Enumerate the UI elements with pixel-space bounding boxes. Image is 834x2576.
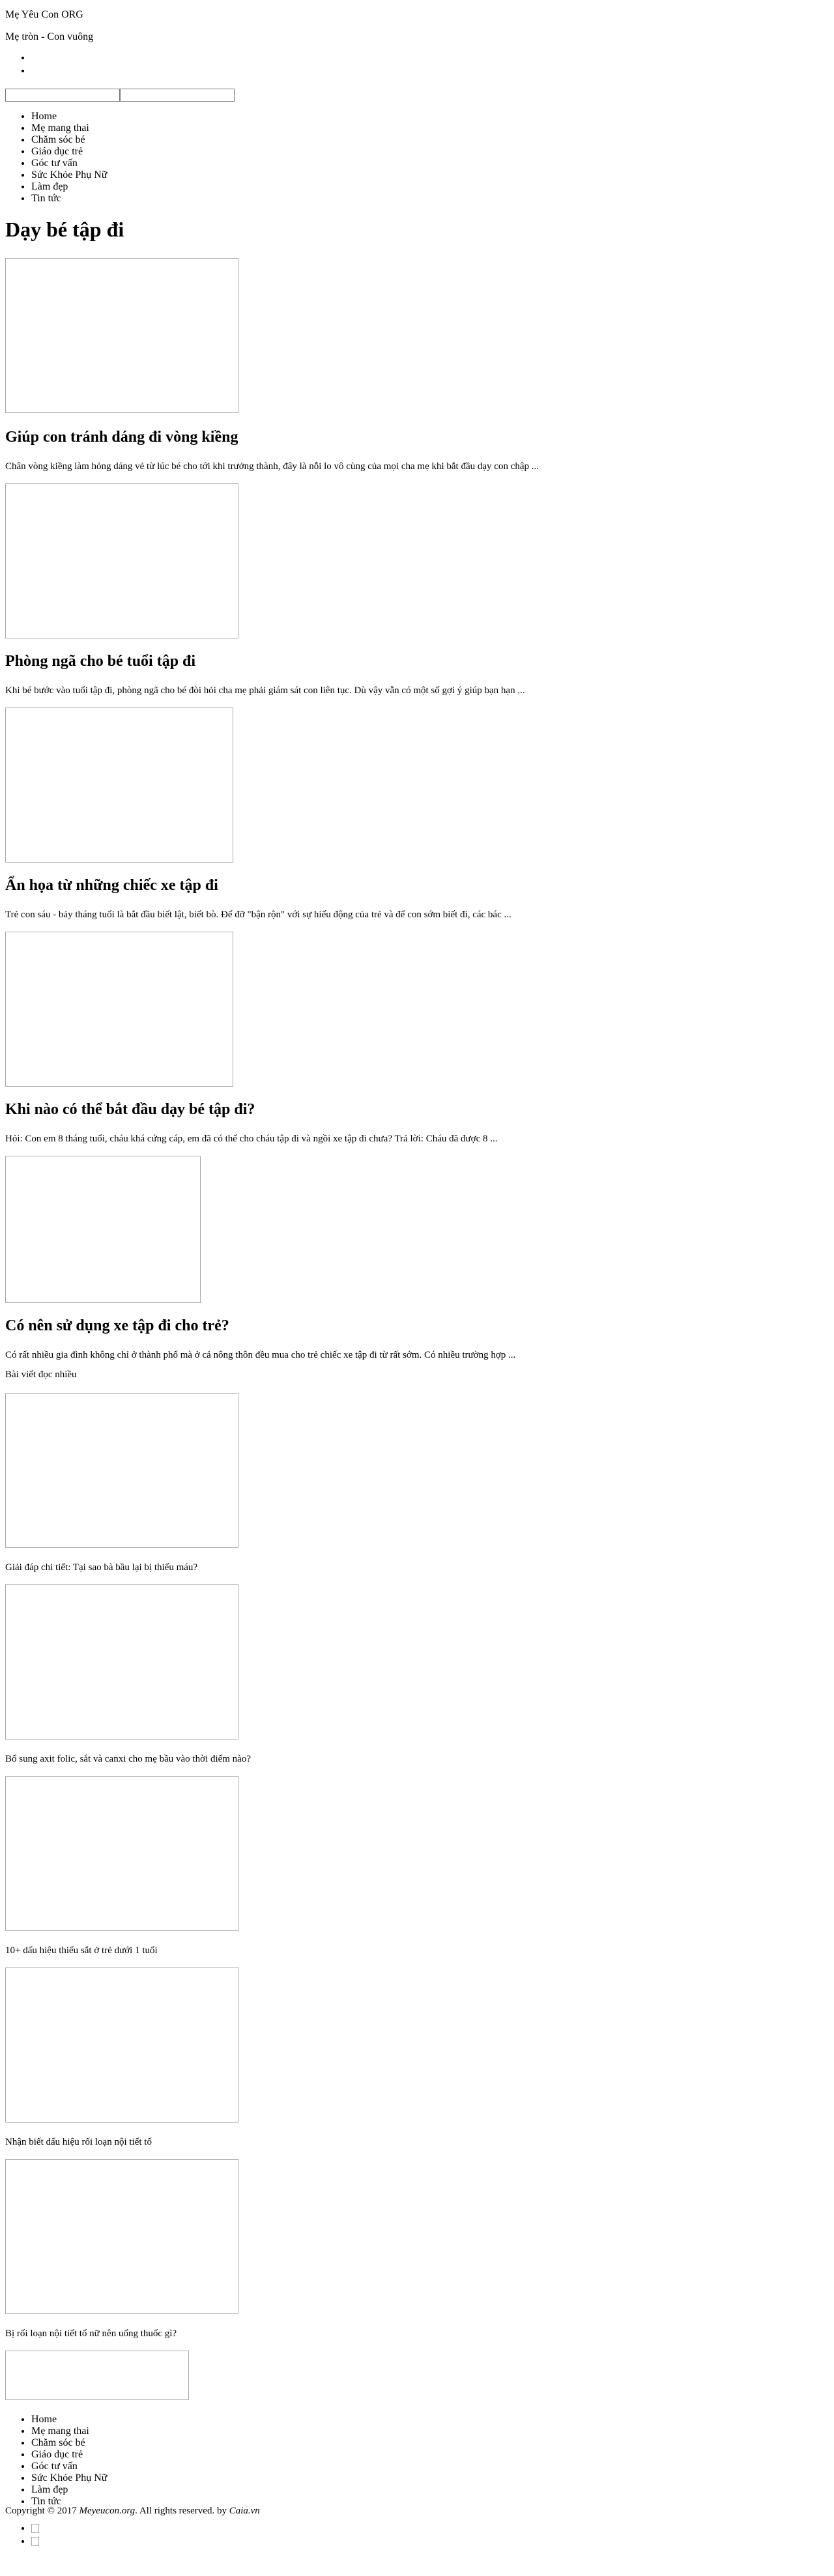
nav-link[interactable]: Chăm sóc bé	[31, 134, 85, 145]
footer-nav-link[interactable]: Góc tư vấn	[31, 2461, 78, 2472]
footer-nav-item-beauty: Làm đẹp	[31, 2484, 107, 2496]
site-tagline: Mẹ tròn - Con vuông	[5, 31, 94, 42]
post-excerpt: Có rất nhiều gia đình không chỉ ở thành …	[5, 1350, 516, 1360]
broken-image-icon	[31, 2537, 39, 2547]
post-excerpt: Trẻ con sáu - bảy tháng tuổi là bắt đầu …	[5, 909, 511, 920]
nav-link[interactable]: Sức Khỏe Phụ Nữ	[31, 169, 107, 180]
footer-icon-item[interactable]	[31, 2523, 39, 2536]
nav-item-advice: Góc tư vấn	[31, 158, 107, 169]
nav-link[interactable]: Home	[31, 111, 57, 122]
post-title[interactable]: Ẩn họa từ những chiếc xe tập đi	[5, 877, 218, 894]
search-form	[5, 89, 235, 102]
post-thumbnail[interactable]	[5, 932, 233, 1087]
footer-nav-item-education: Giáo dục trẻ	[31, 2449, 107, 2461]
popular-post-thumbnail[interactable]	[5, 2159, 238, 2314]
popular-post-title[interactable]: Bị rối loạn nội tiết tố nữ nên uống thuố…	[5, 2328, 177, 2340]
footer-nav-item-baby-care: Chăm sóc bé	[31, 2437, 107, 2449]
page-title: Dạy bé tập đi	[5, 218, 124, 241]
popular-posts-heading: Bài viết đọc nhiều	[5, 1369, 77, 1380]
popular-post-thumbnail[interactable]	[5, 2351, 189, 2400]
copyright-author-link[interactable]: Caia.vn	[229, 2506, 260, 2516]
social-links	[5, 52, 31, 78]
post-excerpt: Chân vòng kiềng làm hỏng dáng vẻ từ lúc …	[5, 461, 539, 472]
footer-nav-link[interactable]: Sức Khỏe Phụ Nữ	[31, 2472, 107, 2483]
nav-item-education: Giáo dục trẻ	[31, 146, 107, 158]
copyright-prefix: Copyright © 2017	[5, 2506, 79, 2516]
main-nav: Home Mẹ mang thai Chăm sóc bé Giáo dục t…	[5, 111, 107, 205]
popular-post-title[interactable]: Bổ sung axit folic, sắt và canxi cho mẹ …	[5, 1754, 251, 1765]
nav-link[interactable]: Góc tư vấn	[31, 158, 78, 169]
post-thumbnail[interactable]	[5, 1156, 201, 1303]
footer-icon-item[interactable]	[31, 2536, 39, 2549]
nav-item-news: Tin tức	[31, 193, 107, 205]
popular-post-thumbnail[interactable]	[5, 1776, 238, 1931]
nav-link[interactable]: Làm đẹp	[31, 181, 68, 192]
post-title[interactable]: Giúp con tránh dáng đi vòng kiềng	[5, 429, 238, 446]
popular-post-thumbnail[interactable]	[5, 1968, 238, 2123]
copyright-mid: . All rights reserved. by	[135, 2506, 229, 2516]
footer-nav-link[interactable]: Giáo dục trẻ	[31, 2449, 83, 2460]
nav-item-home: Home	[31, 111, 107, 122]
footer-icon-list	[5, 2523, 39, 2549]
post-thumbnail[interactable]	[5, 258, 238, 413]
nav-link[interactable]: Mẹ mang thai	[31, 122, 89, 134]
post-title[interactable]: Khi nào có thể bắt đầu dạy bé tập đi?	[5, 1101, 255, 1119]
post-excerpt: Khi bé bước vào tuổi tập đi, phòng ngã c…	[5, 685, 525, 696]
broken-image-icon	[31, 2524, 39, 2534]
post-title[interactable]: Có nên sử dụng xe tập đi cho trẻ?	[5, 1317, 229, 1335]
footer-nav-link[interactable]: Làm đẹp	[31, 2484, 68, 2495]
popular-post-title[interactable]: Nhận biết dấu hiệu rối loạn nội tiết tố	[5, 2137, 152, 2148]
post-thumbnail[interactable]	[5, 708, 233, 863]
post-thumbnail[interactable]	[5, 483, 238, 638]
site-name[interactable]: Mẹ Yêu Con ORG	[5, 9, 83, 21]
footer-nav-link[interactable]: Home	[31, 2414, 57, 2425]
footer-nav-item-women-health: Sức Khỏe Phụ Nữ	[31, 2472, 107, 2484]
nav-item-beauty: Làm đẹp	[31, 181, 107, 193]
copyright: Copyright © 2017 Meyeucon.org. All right…	[5, 2506, 260, 2517]
nav-item-women-health: Sức Khỏe Phụ Nữ	[31, 169, 107, 181]
nav-link[interactable]: Tin tức	[31, 193, 61, 204]
footer-nav-item-home: Home	[31, 2414, 107, 2426]
post-excerpt: Hỏi: Con em 8 tháng tuổi, cháu khá cứng …	[5, 1134, 498, 1144]
footer-nav-item-advice: Góc tư vấn	[31, 2461, 107, 2472]
popular-post-title[interactable]: 10+ dấu hiệu thiếu sắt ở trẻ dưới 1 tuổi	[5, 1945, 158, 1956]
search-input[interactable]	[5, 89, 120, 102]
footer-nav-item-pregnancy: Mẹ mang thai	[31, 2426, 107, 2437]
footer-nav-link[interactable]: Mẹ mang thai	[31, 2426, 89, 2437]
post-title[interactable]: Phòng ngã cho bé tuổi tập đi	[5, 653, 195, 670]
popular-post-title[interactable]: Giải đáp chi tiết: Tại sao bà bầu lại bị…	[5, 1562, 197, 1573]
nav-item-pregnancy: Mẹ mang thai	[31, 122, 107, 134]
popular-post-thumbnail[interactable]	[5, 1584, 238, 1739]
popular-post-thumbnail[interactable]	[5, 1393, 238, 1548]
copyright-site-link[interactable]: Meyeucon.org	[79, 2506, 135, 2516]
nav-link[interactable]: Giáo dục trẻ	[31, 146, 83, 157]
search-submit[interactable]	[120, 89, 235, 102]
footer-nav-link[interactable]: Chăm sóc bé	[31, 2437, 85, 2448]
nav-item-baby-care: Chăm sóc bé	[31, 134, 107, 146]
footer-nav: Home Mẹ mang thai Chăm sóc bé Giáo dục t…	[5, 2414, 107, 2508]
